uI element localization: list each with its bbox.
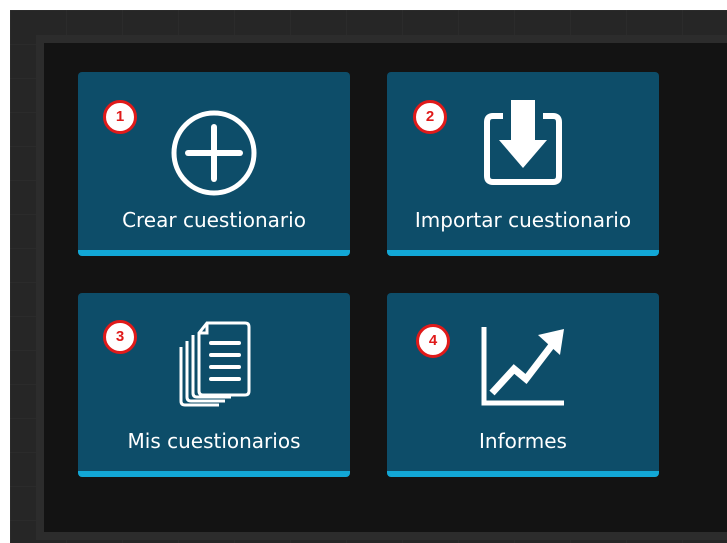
documents-icon	[179, 321, 251, 407]
step-badge-3: 3	[103, 320, 137, 354]
step-badge-1: 1	[103, 100, 137, 134]
import-quiz-label: Importar cuestionario	[414, 208, 632, 232]
import-icon	[484, 100, 562, 185]
reports-tile[interactable]: Informes	[387, 293, 659, 477]
step-badge-2: 2	[413, 100, 447, 134]
plus-circle-icon	[171, 110, 257, 196]
reports-label: Informes	[479, 429, 567, 453]
step-badge-4: 4	[416, 324, 450, 358]
create-quiz-label: Crear cuestionario	[122, 208, 306, 232]
my-quizzes-label: Mis cuestionarios	[127, 429, 301, 453]
chart-up-icon	[481, 327, 564, 406]
